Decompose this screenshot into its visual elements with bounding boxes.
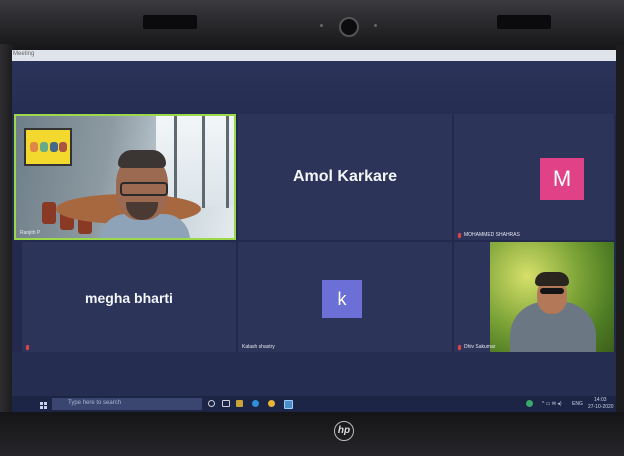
wall-poster xyxy=(24,128,72,166)
meeting-footer-area xyxy=(12,352,616,396)
participant-name-label: Ranjith P xyxy=(20,230,41,236)
avatar: k xyxy=(322,280,362,318)
participant-tile[interactable]: k Kalash shastry xyxy=(238,242,452,352)
mic-off-icon xyxy=(458,345,461,350)
webcam xyxy=(339,17,359,37)
participant-name-label: Kalash shastry xyxy=(242,344,275,350)
system-tray-icons[interactable]: ^ ▭ ✉ ◂) xyxy=(542,401,562,407)
language-indicator[interactable]: ENG xyxy=(572,401,583,407)
participant-name: Amol Karkare xyxy=(292,168,398,185)
chrome-icon[interactable] xyxy=(268,400,275,407)
bezel-slot xyxy=(143,15,197,29)
file-explorer-icon[interactable] xyxy=(236,400,243,407)
participant-name: megha bharti xyxy=(85,290,173,306)
window-titlebar[interactable]: Meeting xyxy=(12,50,616,61)
participant-name-label: Dhiv Sakumar xyxy=(464,344,496,350)
clock-date[interactable]: 27-10-2020 xyxy=(588,404,614,410)
hp-logo: hp xyxy=(334,421,354,441)
bezel-slot xyxy=(497,15,551,29)
participant-tile[interactable]: megha bharti xyxy=(22,242,236,352)
sensor-dot xyxy=(320,24,323,27)
sensor-dot xyxy=(374,24,377,27)
search-placeholder: Type here to search xyxy=(68,400,122,406)
participant-tile[interactable]: Amol Karkare xyxy=(238,114,452,240)
tray-app-icon[interactable] xyxy=(526,400,533,407)
video-feed xyxy=(490,242,614,352)
right-bezel xyxy=(616,44,624,456)
cortana-icon[interactable] xyxy=(208,400,215,407)
screen: Meeting Ranjith P Amol Karkare M MOHAMME… xyxy=(12,50,616,412)
clock-time[interactable]: 14:03 xyxy=(594,397,607,403)
participant-name-label: MOHAMMED SHAHRAS xyxy=(464,232,520,238)
avatar: M xyxy=(540,158,584,200)
participant-tile[interactable]: M MOHAMMED SHAHRAS xyxy=(454,114,614,240)
mic-off-icon xyxy=(26,345,29,350)
taskbar-search-input[interactable]: Type here to search xyxy=(52,398,202,410)
video-window xyxy=(156,116,234,208)
window-title: Meeting xyxy=(13,51,35,57)
laptop-photo: hp Meeting Ranjith P Amol Karkare M MOHA… xyxy=(0,0,624,456)
participant-video-tile[interactable]: Ranjith P xyxy=(14,114,236,240)
bottom-bezel xyxy=(0,412,624,456)
meeting-header-area xyxy=(12,61,616,115)
task-view-icon[interactable] xyxy=(222,400,230,407)
mic-off-icon xyxy=(458,233,461,238)
edge-icon[interactable] xyxy=(252,400,259,407)
participant-video-tile[interactable]: Dhiv Sakumar xyxy=(454,242,614,352)
meeting-app-icon[interactable] xyxy=(284,400,293,409)
windows-start-icon[interactable] xyxy=(40,402,47,409)
